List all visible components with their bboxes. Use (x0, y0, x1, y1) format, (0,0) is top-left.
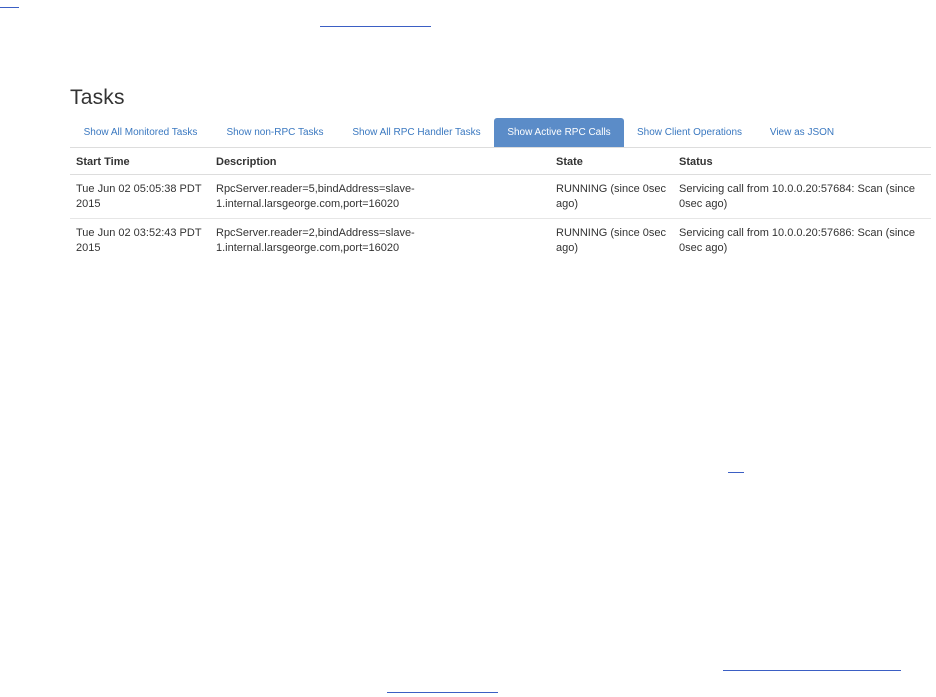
table-header-row: Start Time Description State Status (70, 148, 931, 175)
link-underline-bottom-center[interactable] (387, 692, 498, 693)
header-state: State (550, 148, 673, 175)
cell-start-time: Tue Jun 02 05:05:38 PDT 2015 (70, 174, 210, 219)
cell-state: RUNNING (since 0sec ago) (556, 227, 667, 254)
tab-show-client-operations[interactable]: Show Client Operations (627, 118, 752, 147)
tab-show-active-rpc-calls[interactable]: Show Active RPC Calls (494, 118, 624, 147)
link-underline-middle-right[interactable] (728, 472, 744, 473)
link-underline-top-center[interactable] (320, 26, 431, 27)
table-row: Tue Jun 02 03:52:43 PDT 2015 RpcServer.r… (70, 219, 931, 263)
cell-start-time: Tue Jun 02 03:52:43 PDT 2015 (76, 227, 202, 254)
task-filter-tabs: Show All Monitored Tasks Show non-RPC Ta… (70, 118, 931, 148)
cell-state: RUNNING (since 0sec ago) (550, 174, 673, 219)
link-underline-top-left[interactable] (0, 7, 19, 8)
tab-show-all-monitored-tasks[interactable]: Show All Monitored Tasks (70, 118, 211, 147)
tasks-table: Start Time Description State Status Tue … (70, 148, 931, 262)
cell-status: Servicing call from 10.0.0.20:57686: Sca… (679, 227, 916, 254)
cell-description: RpcServer.reader=5,bindAddress=slave-1.i… (210, 174, 550, 219)
header-start-time: Start Time (70, 148, 210, 175)
header-description: Description (210, 148, 550, 175)
cell-description: RpcServer.reader=2,bindAddress=slave-1.i… (216, 227, 415, 254)
tab-show-non-rpc-tasks[interactable]: Show non-RPC Tasks (213, 118, 337, 147)
cell-status: Servicing call from 10.0.0.20:57684: Sca… (673, 174, 931, 219)
table-row: Tue Jun 02 05:05:38 PDT 2015 RpcServer.r… (70, 174, 931, 219)
link-underline-bottom-right[interactable] (723, 670, 901, 671)
tab-show-all-rpc-handler-tasks[interactable]: Show All RPC Handler Tasks (339, 118, 494, 147)
header-status: Status (673, 148, 931, 175)
tab-view-as-json[interactable]: View as JSON (754, 118, 850, 147)
page-title: Tasks (70, 86, 125, 109)
